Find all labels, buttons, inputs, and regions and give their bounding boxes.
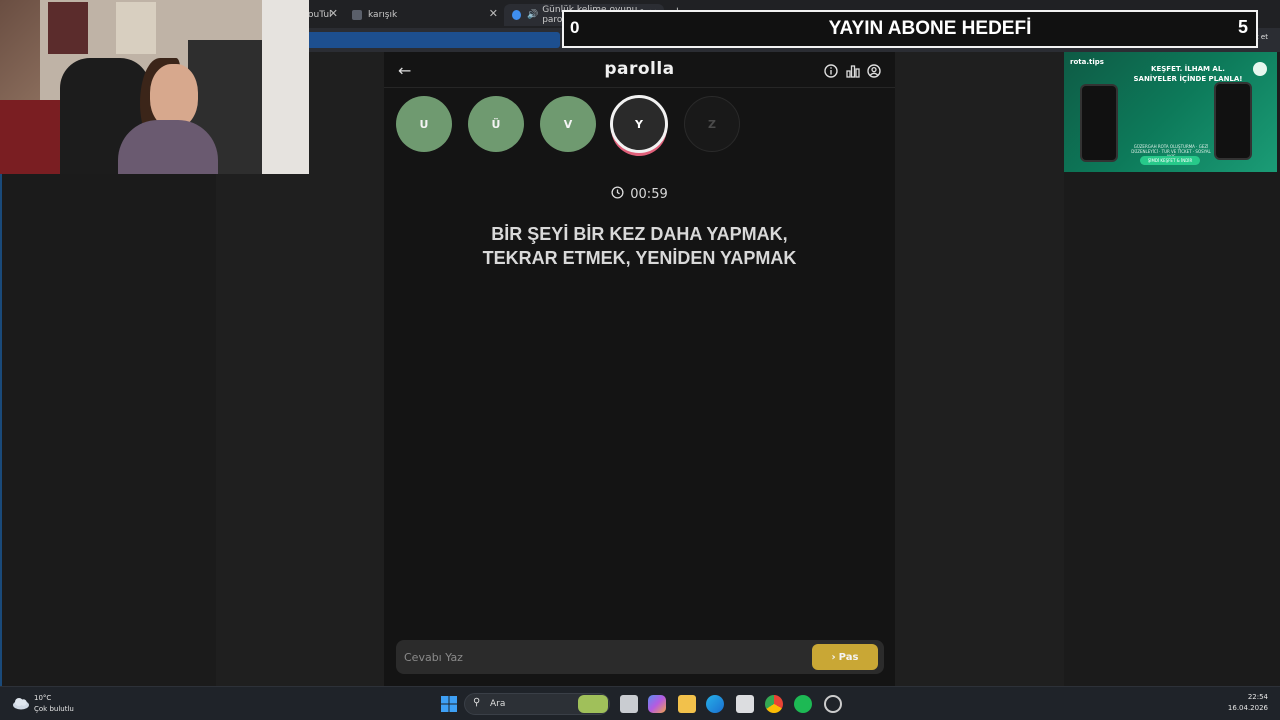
chrome-icon[interactable]: [765, 695, 783, 713]
phone-image: [1214, 82, 1252, 160]
parolla-app: ← parolla U Ü V Y Z 00:59 BİR ŞEYİ BİR K…: [384, 52, 895, 686]
flowers-widget-icon[interactable]: [578, 695, 608, 713]
left-panel: [0, 174, 216, 686]
ad-headline-line: KEŞFET. İLHAM AL.: [1151, 65, 1225, 73]
cloud-icon[interactable]: [12, 695, 30, 710]
phone-image: [1080, 84, 1118, 162]
countdown-timer: 00:59: [384, 186, 895, 203]
weather-description[interactable]: Çok bulutlu: [34, 705, 74, 713]
streamer-face: [150, 64, 198, 128]
question-line: TEKRAR ETMEK, YENİDEN YAPMAK: [482, 248, 797, 268]
clock-icon: [611, 186, 624, 203]
weather-temperature[interactable]: 10°C: [34, 694, 51, 702]
windows-taskbar: 10°C Çok bulutlu ⚲ Ara 22:54 16.04.2026: [0, 686, 1280, 720]
edge-icon[interactable]: [706, 695, 724, 713]
pass-button[interactable]: › Pas: [812, 644, 878, 670]
right-gutter: [895, 52, 1064, 686]
clock-time[interactable]: 22:54: [1248, 693, 1268, 701]
close-icon[interactable]: ✕: [329, 7, 338, 20]
file-explorer-icon[interactable]: [678, 695, 696, 713]
search-label: Ara: [490, 699, 506, 709]
streamer-body: [118, 120, 218, 174]
info-icon[interactable]: [824, 63, 838, 78]
tab-label: karışık: [368, 10, 398, 20]
poster: [48, 2, 88, 54]
tab-karisik[interactable]: karışık ✕: [344, 4, 504, 26]
chevron-right-icon: ›: [831, 651, 836, 663]
letter-progress: U Ü V Y Z: [384, 95, 895, 160]
chair-left: [0, 100, 60, 174]
close-icon[interactable]: ✕: [489, 7, 498, 20]
goal-title: YAYIN ABONE HEDEFİ: [828, 18, 1032, 39]
letter-circle: Z: [684, 96, 740, 152]
tab-favicon-icon: [512, 10, 521, 20]
letter-circle: V: [540, 96, 596, 152]
webcam-feed: [0, 0, 309, 174]
search-icon: ⚲: [473, 697, 481, 708]
clock-date[interactable]: 16.04.2026: [1228, 704, 1268, 712]
spotify-icon[interactable]: [794, 695, 812, 713]
copilot-app-icon[interactable]: [648, 695, 666, 713]
door: [262, 0, 309, 174]
letter-circle: U: [396, 96, 452, 152]
app-header: ← parolla: [384, 52, 895, 88]
windows-start-icon[interactable]: [440, 695, 458, 713]
letter-circle-current: Y: [610, 95, 668, 153]
task-view-icon[interactable]: [620, 695, 638, 713]
answer-bar: › Pas: [396, 640, 884, 674]
ad-cta-button[interactable]: ŞİMDİ KEŞFET & İNDİR: [1140, 156, 1200, 165]
ad-close-icon[interactable]: [1253, 62, 1267, 76]
ad-headline: KEŞFET. İLHAM AL. SANİYELER İÇİNDE PLANL…: [1128, 64, 1248, 84]
speaker-icon[interactable]: 🔊: [527, 10, 538, 20]
answer-input[interactable]: [404, 647, 804, 667]
pass-label: Pas: [838, 651, 859, 663]
right-panel: [1064, 172, 1280, 686]
ad-banner[interactable]: rota.tips KEŞFET. İLHAM AL. SANİYELER İÇ…: [1064, 52, 1277, 172]
letter-circle: Ü: [468, 96, 524, 152]
url-field[interactable]: [300, 32, 560, 48]
obs-icon[interactable]: [824, 695, 842, 713]
stats-icon[interactable]: [846, 63, 860, 78]
subscriber-goal-overlay: 0 YAYIN ABONE HEDEFİ 5: [562, 10, 1258, 48]
tab-favicon-icon: [352, 10, 362, 20]
brand-title: parolla: [604, 59, 675, 79]
timer-value: 00:59: [630, 187, 668, 202]
store-icon[interactable]: [736, 695, 754, 713]
ad-logo: rota.tips: [1070, 58, 1104, 66]
question-text: BİR ŞEYİ BİR KEZ DAHA YAPMAK, TEKRAR ETM…: [424, 222, 855, 270]
goal-target: 5: [1237, 17, 1248, 37]
user-icon[interactable]: [867, 63, 881, 78]
question-line: BİR ŞEYİ BİR KEZ DAHA YAPMAK,: [491, 224, 788, 244]
poster: [116, 2, 156, 54]
